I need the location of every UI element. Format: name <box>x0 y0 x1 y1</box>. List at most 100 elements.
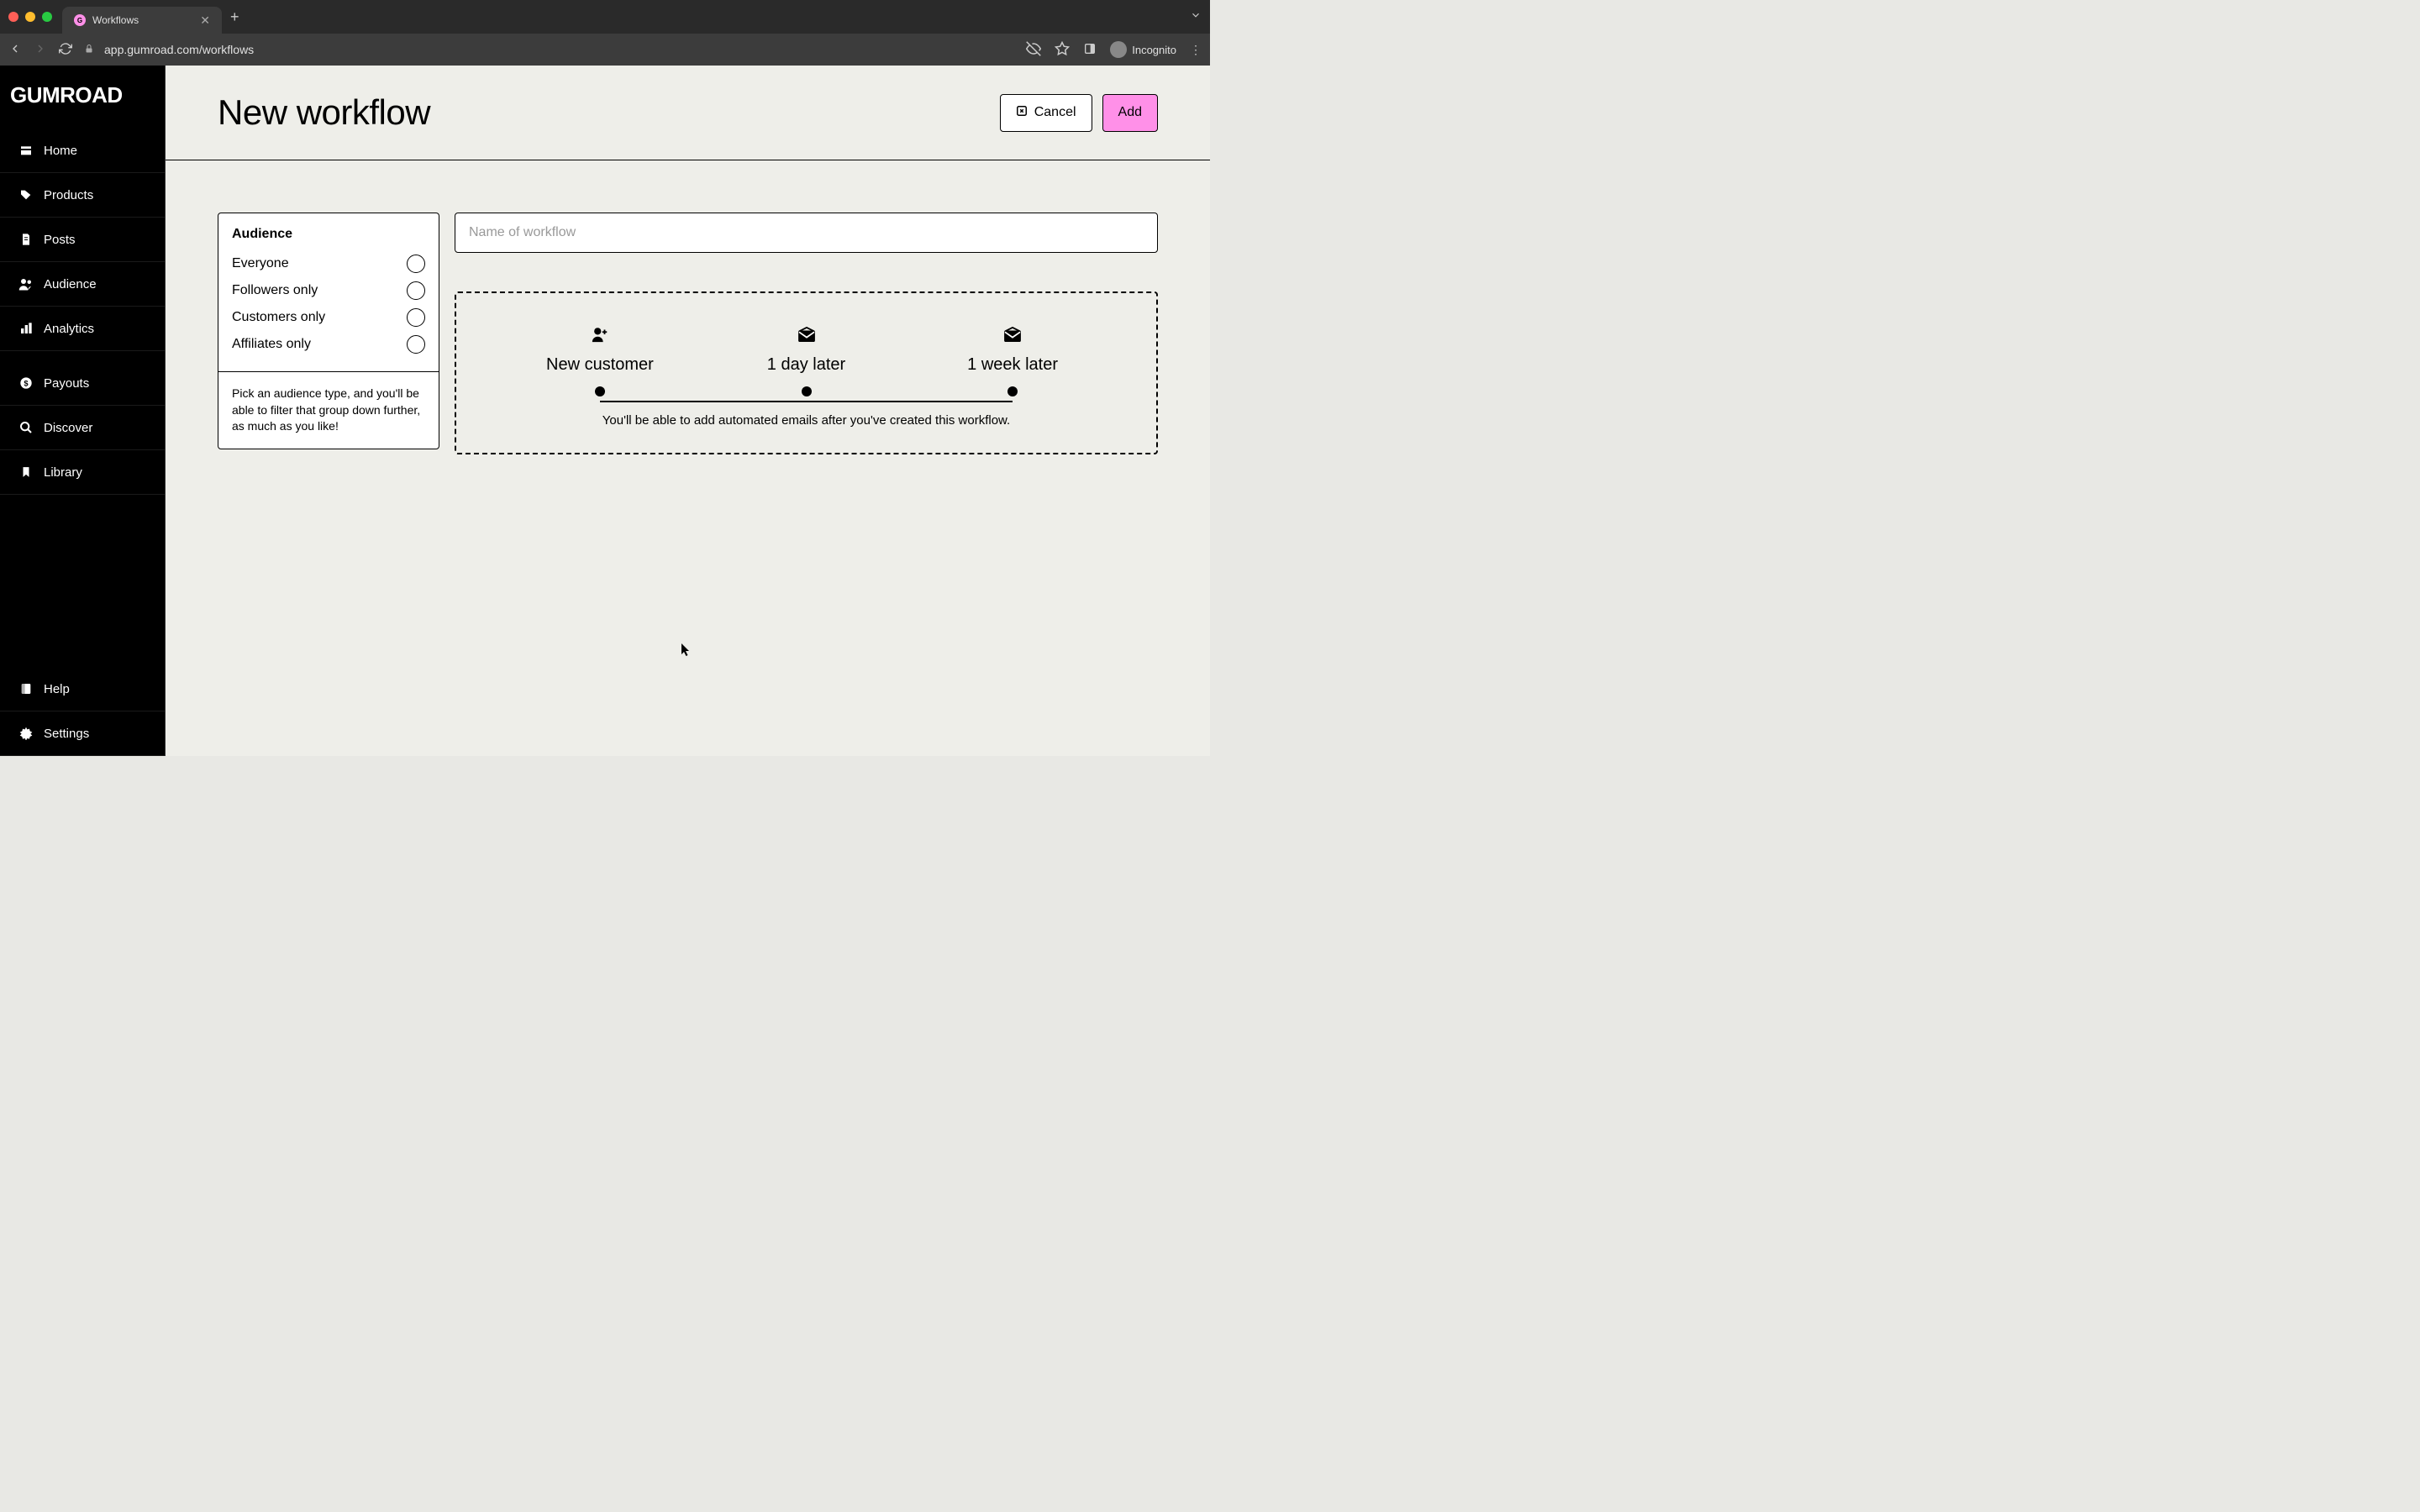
preview-hint: You'll be able to add automated emails a… <box>498 413 1114 428</box>
main-content: New workflow Cancel Add Audience <box>166 66 1210 756</box>
home-icon <box>18 143 34 158</box>
sidebar-item-library[interactable]: Library <box>0 450 165 495</box>
workflow-name-input[interactable] <box>455 213 1158 253</box>
header-actions: Cancel Add <box>1000 94 1158 132</box>
sidebar-item-help[interactable]: Help <box>0 667 165 711</box>
document-icon <box>18 232 34 247</box>
audience-option-everyone[interactable]: Everyone <box>232 250 425 277</box>
new-tab-button[interactable]: + <box>230 8 239 26</box>
nav-primary: Home Products Posts Audience <box>0 129 165 351</box>
nav-secondary: $ Payouts Discover Library <box>0 361 165 495</box>
content-area: Audience Everyone Followers only Custome… <box>166 160 1210 507</box>
close-window-button[interactable] <box>8 12 18 22</box>
bookmark-star-icon[interactable] <box>1055 41 1070 59</box>
sidebar-item-label: Audience <box>44 277 97 291</box>
sidebar: GUMROAD Home Products Posts <box>0 66 166 756</box>
sidebar-item-label: Discover <box>44 421 92 435</box>
radio-icon[interactable] <box>407 308 425 327</box>
search-icon <box>18 420 34 435</box>
audience-panel: Audience Everyone Followers only Custome… <box>218 213 439 454</box>
svg-text:$: $ <box>24 379 29 387</box>
dollar-icon: $ <box>18 375 34 391</box>
person-plus-icon <box>591 325 609 344</box>
timeline-step-1-day: 1 day later <box>705 325 908 396</box>
sidebar-item-home[interactable]: Home <box>0 129 165 173</box>
add-label: Add <box>1118 105 1142 120</box>
sidebar-item-label: Posts <box>44 233 76 247</box>
page-title: New workflow <box>218 92 1000 133</box>
audience-option-affiliates[interactable]: Affiliates only <box>232 331 425 358</box>
timeline-dot <box>595 386 605 396</box>
radio-icon[interactable] <box>407 255 425 273</box>
sidebar-item-posts[interactable]: Posts <box>0 218 165 262</box>
audience-title: Audience <box>232 227 425 242</box>
nav-footer: Help Settings <box>0 667 165 756</box>
address-bar[interactable]: app.gumroad.com/workflows <box>84 43 1014 56</box>
close-tab-icon[interactable]: ✕ <box>200 13 210 28</box>
profile-label: Incognito <box>1132 44 1176 56</box>
extensions-icon[interactable] <box>1083 42 1097 58</box>
sidebar-item-audience[interactable]: Audience <box>0 262 165 307</box>
audience-option-customers[interactable]: Customers only <box>232 304 425 331</box>
sidebar-item-label: Analytics <box>44 322 94 336</box>
incognito-icon <box>1110 41 1127 58</box>
sidebar-item-settings[interactable]: Settings <box>0 711 165 756</box>
option-label: Followers only <box>232 283 318 298</box>
back-button[interactable] <box>8 42 22 58</box>
cancel-label: Cancel <box>1034 105 1076 120</box>
option-label: Customers only <box>232 310 325 325</box>
cancel-button[interactable]: Cancel <box>1000 94 1092 132</box>
sidebar-item-label: Home <box>44 144 77 158</box>
sidebar-item-discover[interactable]: Discover <box>0 406 165 450</box>
minimize-window-button[interactable] <box>25 12 35 22</box>
step-label: 1 week later <box>967 355 1058 375</box>
page-header: New workflow Cancel Add <box>166 66 1210 160</box>
url-text: app.gumroad.com/workflows <box>104 43 254 56</box>
logo[interactable]: GUMROAD <box>0 66 165 129</box>
envelope-icon <box>1003 325 1022 344</box>
radio-icon[interactable] <box>407 335 425 354</box>
timeline-step-1-week: 1 week later <box>911 325 1114 396</box>
sidebar-item-label: Help <box>44 682 70 696</box>
tab-favicon-icon: G <box>74 14 86 26</box>
option-label: Affiliates only <box>232 337 311 352</box>
window-controls <box>8 12 52 22</box>
tabs-dropdown-icon[interactable] <box>1190 9 1202 25</box>
sidebar-item-products[interactable]: Products <box>0 173 165 218</box>
workflow-panel: New customer 1 day later <box>455 213 1158 454</box>
sidebar-item-analytics[interactable]: Analytics <box>0 307 165 351</box>
lock-icon <box>84 44 94 56</box>
sidebar-item-label: Products <box>44 188 93 202</box>
bookmark-icon <box>18 465 34 480</box>
timeline-step-new-customer: New customer <box>498 325 702 396</box>
eye-off-icon[interactable] <box>1026 41 1041 59</box>
add-button[interactable]: Add <box>1102 94 1158 132</box>
chart-icon <box>18 321 34 336</box>
browser-extensions: Incognito ⋮ <box>1026 41 1202 59</box>
audience-option-followers[interactable]: Followers only <box>232 277 425 304</box>
maximize-window-button[interactable] <box>42 12 52 22</box>
tag-icon <box>18 187 34 202</box>
tab-title: Workflows <box>92 14 193 26</box>
browser-tab-bar: G Workflows ✕ + <box>0 0 1210 34</box>
gear-icon <box>18 726 34 741</box>
sidebar-item-payouts[interactable]: $ Payouts <box>0 361 165 406</box>
radio-icon[interactable] <box>407 281 425 300</box>
profile-badge[interactable]: Incognito <box>1110 41 1176 58</box>
workflow-preview: New customer 1 day later <box>455 291 1158 454</box>
audience-card: Audience Everyone Followers only Custome… <box>218 213 439 449</box>
people-icon <box>18 276 34 291</box>
envelope-icon <box>797 325 816 344</box>
sidebar-item-label: Settings <box>44 727 89 741</box>
browser-menu-icon[interactable]: ⋮ <box>1190 43 1202 57</box>
timeline-dot <box>1007 386 1018 396</box>
forward-button[interactable] <box>34 42 47 58</box>
step-label: 1 day later <box>767 355 845 375</box>
step-label: New customer <box>546 355 654 375</box>
timeline-line <box>600 401 1013 402</box>
sidebar-item-label: Payouts <box>44 376 89 391</box>
audience-hint: Pick an audience type, and you'll be abl… <box>218 372 439 449</box>
timeline: New customer 1 day later <box>498 325 1114 396</box>
browser-tab[interactable]: G Workflows ✕ <box>62 7 222 34</box>
reload-button[interactable] <box>59 42 72 58</box>
